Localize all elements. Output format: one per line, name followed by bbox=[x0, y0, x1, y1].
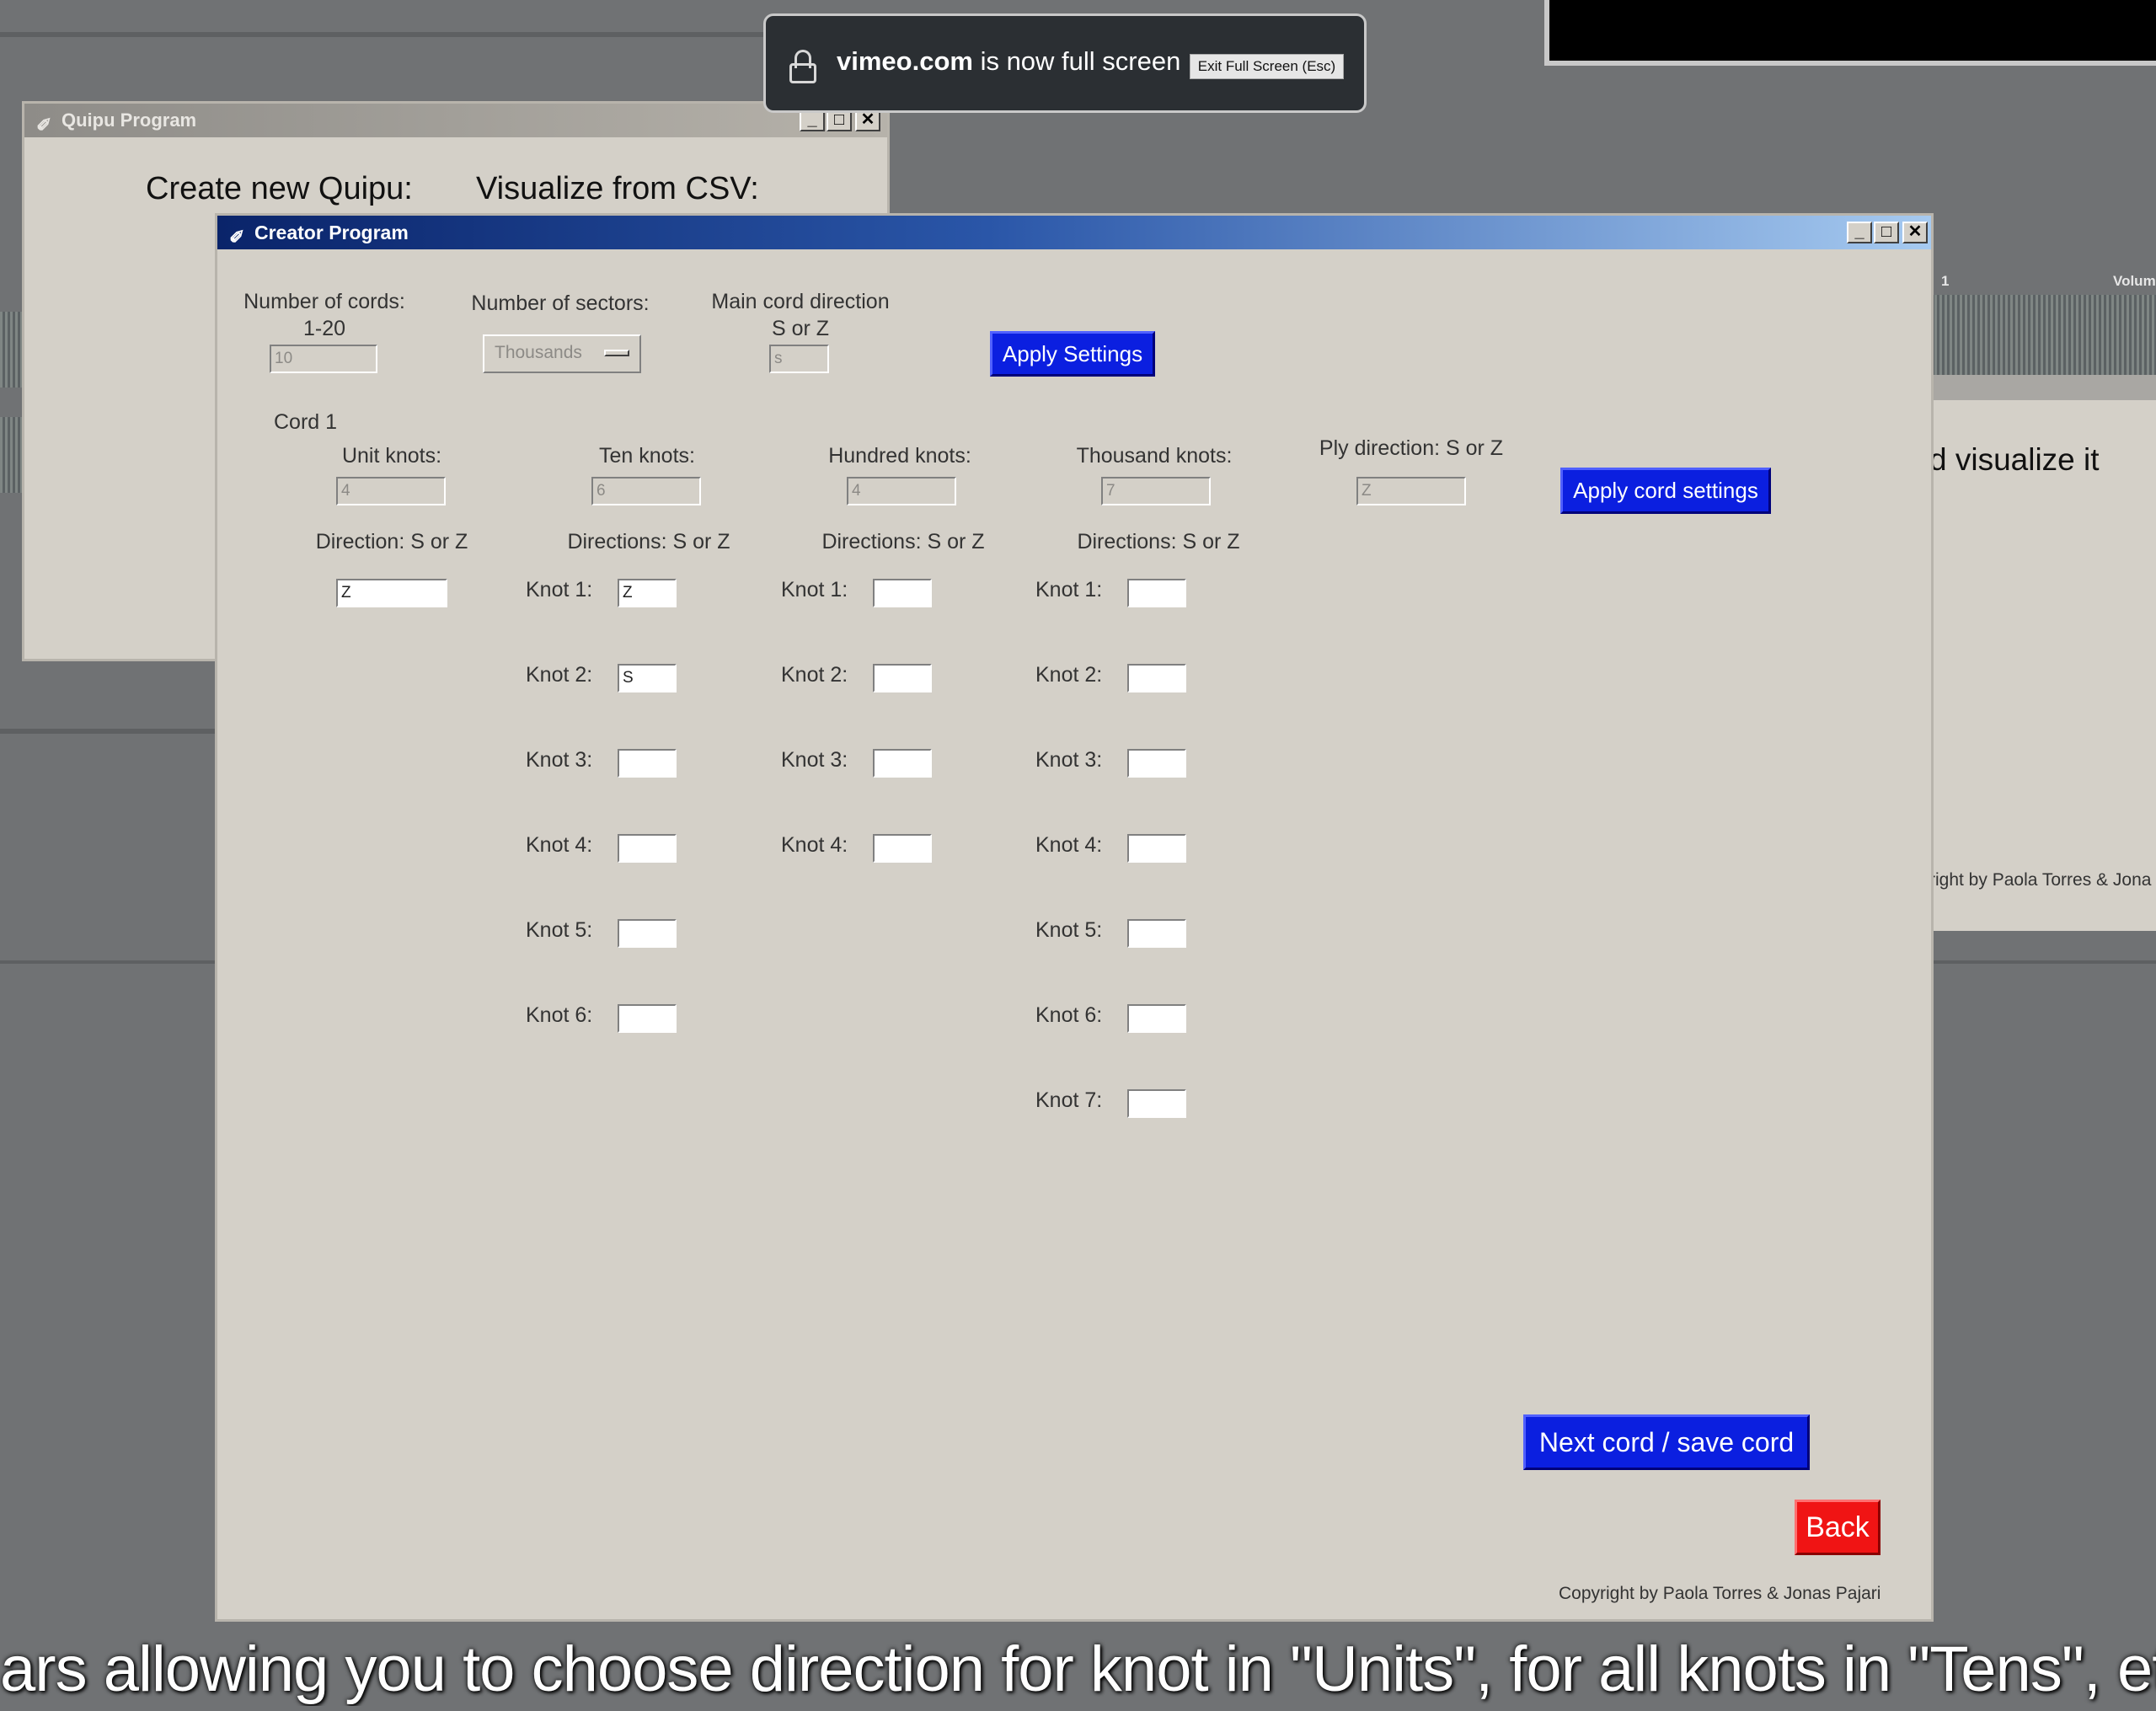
feather-icon: ✐ bbox=[36, 115, 52, 136]
video-panel bbox=[1544, 0, 2156, 66]
knot-label: Knot 5: bbox=[1035, 918, 1103, 942]
num-sectors-dropdown[interactable]: Thousands bbox=[483, 334, 641, 373]
knot-label: Knot 7: bbox=[1035, 1088, 1103, 1112]
maximize-icon[interactable]: □ bbox=[1874, 222, 1899, 243]
main-dir-input[interactable]: s bbox=[769, 345, 829, 373]
tens-directions-label: Directions: S or Z bbox=[567, 530, 730, 553]
audio-waveform bbox=[0, 417, 22, 493]
knot-label: Knot 1: bbox=[526, 578, 593, 602]
thousands-knot-4-input[interactable] bbox=[1127, 834, 1186, 863]
lock-icon bbox=[789, 50, 816, 83]
close-icon[interactable]: ✕ bbox=[1902, 222, 1928, 243]
main-dir-label: Main cord direction bbox=[711, 290, 890, 313]
thousands-knot-3-input[interactable] bbox=[1127, 749, 1186, 778]
thousands-knot-6-input[interactable] bbox=[1127, 1004, 1186, 1033]
knot-label: Knot 2: bbox=[526, 663, 593, 687]
unit-knots-label: Unit knots: bbox=[341, 444, 442, 468]
knot-label: Knot 6: bbox=[526, 1003, 593, 1027]
header-label: 1 bbox=[1941, 273, 1950, 289]
tens-knot-3-input[interactable] bbox=[618, 749, 677, 778]
apply-settings-button[interactable]: Apply Settings bbox=[990, 331, 1155, 377]
thousands-knot-1-input[interactable] bbox=[1127, 579, 1186, 607]
quipu-window-title: Quipu Program bbox=[62, 110, 197, 131]
knot-label: Knot 4: bbox=[1035, 833, 1103, 857]
ply-direction-input[interactable]: Z bbox=[1356, 477, 1466, 505]
hundreds-directions-label: Directions: S or Z bbox=[821, 530, 985, 553]
thousands-knot-5-input[interactable] bbox=[1127, 919, 1186, 948]
tens-knot-6-input[interactable] bbox=[618, 1004, 677, 1033]
thousand-knots-input[interactable]: 7 bbox=[1101, 477, 1211, 505]
visualize-csv-label: Visualize from CSV: bbox=[476, 171, 759, 206]
exit-fullscreen-button[interactable]: Exit Full Screen (Esc) bbox=[1190, 54, 1344, 79]
unit-knots-input[interactable]: 4 bbox=[336, 477, 446, 505]
hundred-knots-input[interactable]: 4 bbox=[847, 477, 956, 505]
knot-label: Knot 5: bbox=[526, 918, 593, 942]
num-sectors-value: Thousands bbox=[495, 343, 582, 362]
next-cord-button[interactable]: Next cord / save cord bbox=[1523, 1414, 1810, 1470]
notification-text: vimeo.com is now full screen bbox=[837, 46, 1180, 77]
thousand-knots-label: Thousand knots: bbox=[1076, 444, 1233, 468]
unit-direction-label: Direction: S or Z bbox=[315, 530, 468, 553]
knot-label: Knot 3: bbox=[1035, 748, 1103, 772]
knot-label: Knot 3: bbox=[526, 748, 593, 772]
copyright-text: Copyright by Paola Torres & Jonas Pajari bbox=[1559, 1584, 1881, 1603]
header-volume-label: Volum bbox=[2113, 273, 2156, 289]
num-cords-range: 1-20 bbox=[302, 317, 346, 340]
tens-knot-2-input[interactable]: S bbox=[618, 664, 677, 692]
hundreds-knot-2-input[interactable] bbox=[873, 664, 932, 692]
knot-label: Knot 6: bbox=[1035, 1003, 1103, 1027]
tens-knot-1-input[interactable]: Z bbox=[618, 579, 677, 607]
thousands-directions-label: Directions: S or Z bbox=[1077, 530, 1240, 553]
knot-label: Knot 4: bbox=[526, 833, 593, 857]
num-sectors-label: Number of sectors: bbox=[471, 291, 650, 315]
video-subtitle: ars allowing you to choose direction for… bbox=[0, 1633, 2156, 1705]
knot-label: Knot 1: bbox=[781, 578, 848, 602]
thousands-knot-2-input[interactable] bbox=[1127, 664, 1186, 692]
visualize-fragment: d visualize it bbox=[1929, 442, 2100, 477]
ten-knots-label: Ten knots: bbox=[599, 444, 695, 468]
main-dir-sub: S or Z bbox=[771, 317, 830, 340]
back-button[interactable]: Back bbox=[1795, 1500, 1880, 1555]
hundred-knots-label: Hundred knots: bbox=[828, 444, 971, 468]
notification-domain: vimeo.com bbox=[837, 46, 973, 76]
knot-label: Knot 4: bbox=[781, 833, 848, 857]
hundreds-knot-1-input[interactable] bbox=[873, 579, 932, 607]
knot-label: Knot 1: bbox=[1035, 578, 1103, 602]
create-quipu-label: Create new Quipu: bbox=[146, 171, 413, 206]
window-header: 1 Volum bbox=[1929, 270, 2156, 295]
ten-knots-input[interactable]: 6 bbox=[591, 477, 701, 505]
knot-label: Knot 2: bbox=[1035, 663, 1103, 687]
audio-waveform bbox=[1929, 295, 2156, 375]
notification-message: is now full screen bbox=[972, 46, 1181, 76]
background-window-right: 1 Volum d visualize it right by Paola To… bbox=[1929, 270, 2156, 931]
creator-window-title: Creator Program bbox=[254, 222, 409, 243]
gray-bar bbox=[1929, 375, 2156, 400]
minimize-icon[interactable]: _ bbox=[1847, 222, 1872, 243]
background-divider bbox=[0, 32, 767, 37]
num-cords-label: Number of cords: bbox=[243, 290, 405, 313]
knot-label: Knot 3: bbox=[781, 748, 848, 772]
hundreds-knot-4-input[interactable] bbox=[873, 834, 932, 863]
tens-knot-5-input[interactable] bbox=[618, 919, 677, 948]
audio-waveform bbox=[0, 312, 22, 388]
num-cords-input[interactable]: 10 bbox=[270, 345, 377, 373]
cord-label: Cord 1 bbox=[274, 410, 338, 434]
thousands-knot-7-input[interactable] bbox=[1127, 1089, 1186, 1118]
tens-knot-4-input[interactable] bbox=[618, 834, 677, 863]
feather-icon: ✐ bbox=[229, 227, 245, 248]
unit-direction-input[interactable]: Z bbox=[336, 579, 447, 607]
quipu-titlebar[interactable]: ✐ Quipu Program _ □ ✕ bbox=[24, 104, 887, 137]
ply-direction-label: Ply direction: S or Z bbox=[1319, 436, 1504, 460]
creator-program-window: ✐ Creator Program _ □ ✕ bbox=[215, 213, 1934, 1622]
apply-cord-settings-button[interactable]: Apply cord settings bbox=[1560, 468, 1771, 514]
fullscreen-notification: vimeo.com is now full screen Exit Full S… bbox=[763, 13, 1367, 113]
dropdown-indicator-icon bbox=[604, 350, 629, 356]
hundreds-knot-3-input[interactable] bbox=[873, 749, 932, 778]
creator-titlebar[interactable]: ✐ Creator Program _ □ ✕ bbox=[217, 216, 1931, 249]
knot-label: Knot 2: bbox=[781, 663, 848, 687]
copyright-fragment: right by Paola Torres & Jona bbox=[1929, 870, 2152, 890]
background-divider bbox=[0, 729, 219, 734]
